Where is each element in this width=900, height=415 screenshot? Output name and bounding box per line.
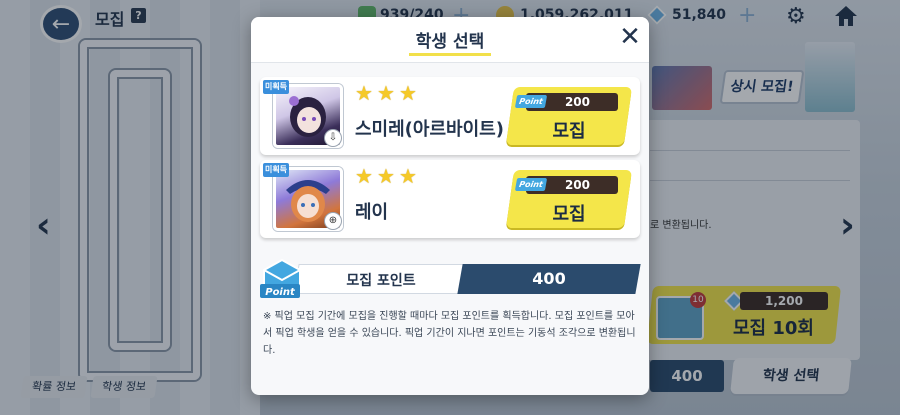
point-envelope-icon: Point: [260, 258, 301, 298]
dialog-header: 학생 선택 ✕: [251, 17, 649, 63]
recruit-points-notice: ※ 픽업 모집 기간에 모집을 진행할 때마다 모집 포인트를 획득합니다. 모…: [263, 311, 636, 356]
student-name: 레이: [355, 202, 389, 223]
recruit-label: 모집: [552, 121, 586, 142]
point-icon-label: Point: [265, 287, 296, 298]
recruit-label: 모집: [552, 204, 586, 225]
recruit-button[interactable]: 200 Point 모집: [505, 170, 633, 228]
star-rating: ★ ★ ★: [355, 166, 419, 186]
title-underline: [409, 53, 491, 56]
star-icon: ★: [355, 81, 373, 105]
unowned-tag: 미획득: [263, 163, 289, 177]
unowned-tag: 미획득: [263, 80, 289, 94]
close-button[interactable]: ✕: [616, 23, 644, 51]
star-icon: ★: [355, 164, 373, 188]
student-card: 미획득 ⇩ ★ ★ ★ 스미레(아르바이트) 200 Point 모집: [260, 77, 640, 155]
recruit-points-row: 모집 포인트 400 Point: [260, 258, 641, 298]
recruit-button[interactable]: 200 Point 모집: [505, 87, 633, 145]
points-value: 400: [532, 269, 566, 288]
star-icon: ★: [377, 81, 395, 105]
point-chip: Point: [514, 95, 548, 108]
target-icon[interactable]: ⊕: [324, 212, 342, 230]
download-icon[interactable]: ⇩: [324, 129, 342, 147]
student-name: 스미레(아르바이트): [355, 119, 504, 140]
point-chip: Point: [514, 178, 548, 191]
star-icon: ★: [377, 164, 395, 188]
dialog-title: 학생 선택: [415, 32, 485, 52]
student-card: 미획득 ⊕ ★ ★ ★ 레이 200 Point 모집: [260, 160, 640, 238]
star-icon: ★: [399, 81, 417, 105]
points-label: 모집 포인트: [346, 273, 416, 289]
star-rating: ★ ★ ★: [355, 83, 419, 103]
student-select-dialog: 학생 선택 ✕ 미획득 ⇩ ★ ★ ★ 스미레(아르바이트) 200 Point…: [251, 17, 649, 395]
star-icon: ★: [399, 164, 417, 188]
